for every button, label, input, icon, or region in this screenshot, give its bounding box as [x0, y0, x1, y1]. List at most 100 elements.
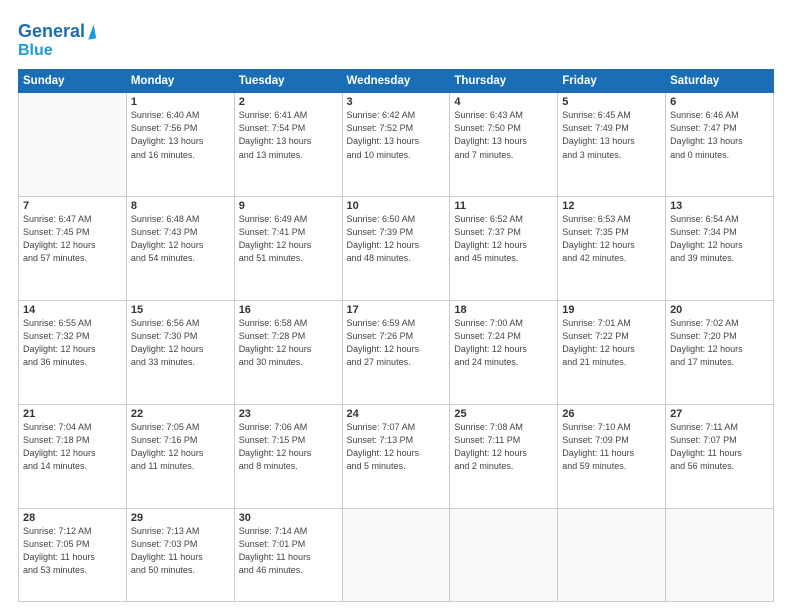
logo: General Blue: [18, 22, 95, 59]
calendar-week-row: 28Sunrise: 7:12 AM Sunset: 7:05 PM Dayli…: [19, 509, 774, 602]
calendar-cell: 29Sunrise: 7:13 AM Sunset: 7:03 PM Dayli…: [126, 509, 234, 602]
day-detail: Sunrise: 6:47 AM Sunset: 7:45 PM Dayligh…: [23, 213, 122, 265]
day-detail: Sunrise: 6:45 AM Sunset: 7:49 PM Dayligh…: [562, 109, 661, 161]
header: General Blue: [18, 18, 774, 59]
header-row: SundayMondayTuesdayWednesdayThursdayFrid…: [19, 70, 774, 93]
day-detail: Sunrise: 7:05 AM Sunset: 7:16 PM Dayligh…: [131, 421, 230, 473]
day-detail: Sunrise: 6:59 AM Sunset: 7:26 PM Dayligh…: [347, 317, 446, 369]
weekday-header: Wednesday: [342, 70, 450, 93]
page: General Blue SundayMondayTuesdayWednesda…: [0, 0, 792, 612]
day-detail: Sunrise: 6:55 AM Sunset: 7:32 PM Dayligh…: [23, 317, 122, 369]
day-detail: Sunrise: 6:49 AM Sunset: 7:41 PM Dayligh…: [239, 213, 338, 265]
day-detail: Sunrise: 6:43 AM Sunset: 7:50 PM Dayligh…: [454, 109, 553, 161]
day-number: 3: [347, 96, 446, 108]
calendar-cell: 2Sunrise: 6:41 AM Sunset: 7:54 PM Daylig…: [234, 93, 342, 197]
weekday-header: Tuesday: [234, 70, 342, 93]
weekday-header: Monday: [126, 70, 234, 93]
calendar-cell: 8Sunrise: 6:48 AM Sunset: 7:43 PM Daylig…: [126, 197, 234, 301]
calendar-cell: 20Sunrise: 7:02 AM Sunset: 7:20 PM Dayli…: [666, 301, 774, 405]
calendar-cell: 21Sunrise: 7:04 AM Sunset: 7:18 PM Dayli…: [19, 405, 127, 509]
calendar-cell: 6Sunrise: 6:46 AM Sunset: 7:47 PM Daylig…: [666, 93, 774, 197]
weekday-header: Thursday: [450, 70, 558, 93]
day-detail: Sunrise: 6:58 AM Sunset: 7:28 PM Dayligh…: [239, 317, 338, 369]
day-detail: Sunrise: 7:08 AM Sunset: 7:11 PM Dayligh…: [454, 421, 553, 473]
calendar-cell: 24Sunrise: 7:07 AM Sunset: 7:13 PM Dayli…: [342, 405, 450, 509]
calendar-week-row: 21Sunrise: 7:04 AM Sunset: 7:18 PM Dayli…: [19, 405, 774, 509]
day-detail: Sunrise: 6:50 AM Sunset: 7:39 PM Dayligh…: [347, 213, 446, 265]
day-number: 7: [23, 200, 122, 212]
calendar-cell: 3Sunrise: 6:42 AM Sunset: 7:52 PM Daylig…: [342, 93, 450, 197]
day-number: 30: [239, 512, 338, 524]
day-detail: Sunrise: 6:52 AM Sunset: 7:37 PM Dayligh…: [454, 213, 553, 265]
day-detail: Sunrise: 7:07 AM Sunset: 7:13 PM Dayligh…: [347, 421, 446, 473]
day-number: 18: [454, 304, 553, 316]
calendar-cell: 17Sunrise: 6:59 AM Sunset: 7:26 PM Dayli…: [342, 301, 450, 405]
calendar-cell: 18Sunrise: 7:00 AM Sunset: 7:24 PM Dayli…: [450, 301, 558, 405]
day-number: 12: [562, 200, 661, 212]
day-detail: Sunrise: 7:10 AM Sunset: 7:09 PM Dayligh…: [562, 421, 661, 473]
day-detail: Sunrise: 6:53 AM Sunset: 7:35 PM Dayligh…: [562, 213, 661, 265]
day-detail: Sunrise: 7:00 AM Sunset: 7:24 PM Dayligh…: [454, 317, 553, 369]
calendar-cell: [19, 93, 127, 197]
day-detail: Sunrise: 6:41 AM Sunset: 7:54 PM Dayligh…: [239, 109, 338, 161]
calendar-cell: 11Sunrise: 6:52 AM Sunset: 7:37 PM Dayli…: [450, 197, 558, 301]
day-detail: Sunrise: 7:14 AM Sunset: 7:01 PM Dayligh…: [239, 525, 338, 577]
day-number: 9: [239, 200, 338, 212]
day-number: 20: [670, 304, 769, 316]
calendar-cell: 10Sunrise: 6:50 AM Sunset: 7:39 PM Dayli…: [342, 197, 450, 301]
calendar-cell: [450, 509, 558, 602]
day-number: 26: [562, 408, 661, 420]
day-number: 4: [454, 96, 553, 108]
day-detail: Sunrise: 6:42 AM Sunset: 7:52 PM Dayligh…: [347, 109, 446, 161]
day-detail: Sunrise: 6:40 AM Sunset: 7:56 PM Dayligh…: [131, 109, 230, 161]
calendar-table: SundayMondayTuesdayWednesdayThursdayFrid…: [18, 69, 774, 602]
day-detail: Sunrise: 7:02 AM Sunset: 7:20 PM Dayligh…: [670, 317, 769, 369]
calendar-cell: 13Sunrise: 6:54 AM Sunset: 7:34 PM Dayli…: [666, 197, 774, 301]
calendar-cell: 4Sunrise: 6:43 AM Sunset: 7:50 PM Daylig…: [450, 93, 558, 197]
calendar-cell: 15Sunrise: 6:56 AM Sunset: 7:30 PM Dayli…: [126, 301, 234, 405]
day-detail: Sunrise: 6:46 AM Sunset: 7:47 PM Dayligh…: [670, 109, 769, 161]
day-detail: Sunrise: 7:13 AM Sunset: 7:03 PM Dayligh…: [131, 525, 230, 577]
calendar-week-row: 14Sunrise: 6:55 AM Sunset: 7:32 PM Dayli…: [19, 301, 774, 405]
logo-arrow-icon: [86, 24, 96, 39]
calendar-cell: [558, 509, 666, 602]
day-number: 1: [131, 96, 230, 108]
calendar-cell: 23Sunrise: 7:06 AM Sunset: 7:15 PM Dayli…: [234, 405, 342, 509]
day-detail: Sunrise: 7:01 AM Sunset: 7:22 PM Dayligh…: [562, 317, 661, 369]
weekday-header: Friday: [558, 70, 666, 93]
day-number: 22: [131, 408, 230, 420]
day-number: 11: [454, 200, 553, 212]
day-detail: Sunrise: 7:06 AM Sunset: 7:15 PM Dayligh…: [239, 421, 338, 473]
calendar-cell: 1Sunrise: 6:40 AM Sunset: 7:56 PM Daylig…: [126, 93, 234, 197]
day-number: 5: [562, 96, 661, 108]
calendar-cell: 12Sunrise: 6:53 AM Sunset: 7:35 PM Dayli…: [558, 197, 666, 301]
day-detail: Sunrise: 7:04 AM Sunset: 7:18 PM Dayligh…: [23, 421, 122, 473]
day-number: 17: [347, 304, 446, 316]
calendar-cell: 14Sunrise: 6:55 AM Sunset: 7:32 PM Dayli…: [19, 301, 127, 405]
calendar-cell: 9Sunrise: 6:49 AM Sunset: 7:41 PM Daylig…: [234, 197, 342, 301]
day-number: 8: [131, 200, 230, 212]
day-number: 16: [239, 304, 338, 316]
calendar-cell: [342, 509, 450, 602]
weekday-header: Sunday: [19, 70, 127, 93]
day-number: 25: [454, 408, 553, 420]
calendar-cell: 30Sunrise: 7:14 AM Sunset: 7:01 PM Dayli…: [234, 509, 342, 602]
calendar-cell: 5Sunrise: 6:45 AM Sunset: 7:49 PM Daylig…: [558, 93, 666, 197]
day-detail: Sunrise: 6:54 AM Sunset: 7:34 PM Dayligh…: [670, 213, 769, 265]
day-number: 24: [347, 408, 446, 420]
calendar-week-row: 7Sunrise: 6:47 AM Sunset: 7:45 PM Daylig…: [19, 197, 774, 301]
day-number: 14: [23, 304, 122, 316]
day-number: 15: [131, 304, 230, 316]
day-detail: Sunrise: 6:48 AM Sunset: 7:43 PM Dayligh…: [131, 213, 230, 265]
day-number: 28: [23, 512, 122, 524]
day-number: 23: [239, 408, 338, 420]
day-number: 6: [670, 96, 769, 108]
calendar-cell: 28Sunrise: 7:12 AM Sunset: 7:05 PM Dayli…: [19, 509, 127, 602]
calendar-cell: 7Sunrise: 6:47 AM Sunset: 7:45 PM Daylig…: [19, 197, 127, 301]
weekday-header: Saturday: [666, 70, 774, 93]
calendar-cell: 26Sunrise: 7:10 AM Sunset: 7:09 PM Dayli…: [558, 405, 666, 509]
calendar-cell: 27Sunrise: 7:11 AM Sunset: 7:07 PM Dayli…: [666, 405, 774, 509]
logo-text-blue: Blue: [18, 42, 53, 60]
day-number: 10: [347, 200, 446, 212]
calendar-cell: [666, 509, 774, 602]
